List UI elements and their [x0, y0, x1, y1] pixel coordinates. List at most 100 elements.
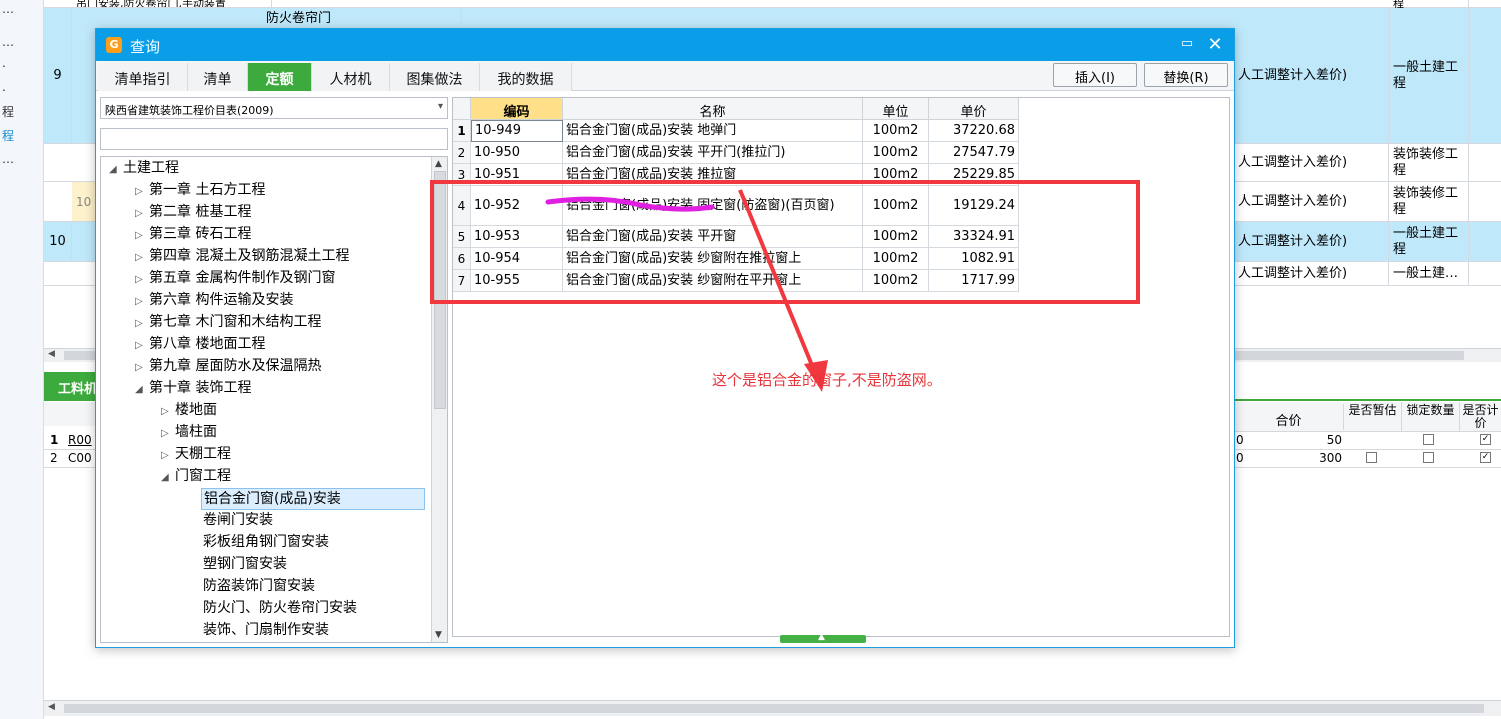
tree-node[interactable]: 彩板组角钢门窗安装	[203, 532, 329, 552]
row-type: 装饰装修工程	[1389, 144, 1469, 181]
scroll-down-arrow-icon[interactable]: ▼	[435, 630, 442, 640]
expand-triangle-icon[interactable]: ▷	[135, 204, 149, 224]
table-row[interactable]: 2 10-950 铝合金门窗(成品)安装 平开门(推拉门) 100m2 2754…	[453, 142, 1019, 164]
tree-node[interactable]: ▷ 第一章 土石方工程	[135, 180, 265, 202]
tab-my-data[interactable]: 我的数据	[480, 63, 572, 91]
tree-node[interactable]: 防火门、防火卷帘门安装	[203, 598, 357, 618]
tree-node[interactable]: ▷ 第四章 混凝土及钢筋混凝土工程	[135, 246, 349, 268]
row-price-note: 人工调整计入差价)	[1234, 144, 1389, 181]
tree-node[interactable]: 装饰、门扇制作安装	[203, 620, 329, 640]
scroll-left-arrow-icon[interactable]: ◀	[48, 702, 55, 712]
header-lock-qty[interactable]: 锁定数量	[1402, 402, 1460, 432]
row-type: 装饰装修工程	[1389, 182, 1469, 221]
header-name[interactable]: 名称	[563, 98, 863, 120]
collapse-triangle-icon[interactable]: ◢	[135, 380, 149, 400]
expand-triangle-icon[interactable]: ▷	[135, 270, 149, 290]
collapse-triangle-icon[interactable]: ◢	[109, 160, 123, 180]
left-strip-text[interactable]: …	[2, 152, 14, 166]
table-row[interactable]: 1 10-949 铝合金门窗(成品)安装 地弹门 100m2 37220.68	[453, 120, 1019, 142]
scroll-up-arrow-icon[interactable]: ▲	[435, 159, 442, 169]
tree-node[interactable]: ▷ 第三章 砖石工程	[135, 224, 251, 246]
bottom-tab-materials[interactable]: 工料机	[44, 372, 100, 400]
tab-labor-material-machine[interactable]: 人材机	[312, 63, 390, 91]
tree-node[interactable]: ◢ 土建工程	[109, 158, 179, 180]
row-code[interactable]: 10-949	[471, 120, 563, 142]
annotation-text: 这个是铝合金的窗子,不是防盗网。	[712, 371, 942, 389]
left-strip-text[interactable]: .	[2, 80, 6, 94]
priced-checkbox[interactable]: ✓	[1480, 452, 1491, 463]
tree-node[interactable]: ▷ 天棚工程	[161, 444, 231, 466]
left-strip-text[interactable]: 程	[2, 103, 14, 120]
panel-splitter-handle[interactable]: ▲	[780, 632, 866, 643]
tree-node[interactable]: 塑钢门窗安装	[203, 554, 287, 574]
tree-node-selected[interactable]: 铝合金门窗(成品)安装	[201, 488, 425, 510]
dialog-title-bar[interactable]: G 查询 ▭ ✕	[96, 29, 1234, 61]
tree-node[interactable]: ▷ 第二章 桩基工程	[135, 202, 251, 224]
expand-triangle-icon[interactable]: ▷	[135, 292, 149, 312]
row-code[interactable]: 10-950	[471, 142, 563, 164]
tree-node[interactable]: ▷ 墙柱面	[161, 422, 217, 444]
row-total: 300	[1319, 451, 1342, 465]
tab-atlas-method[interactable]: 图集做法	[390, 63, 480, 91]
replace-button[interactable]: 替换(R)	[1144, 63, 1228, 87]
tree-node[interactable]: ◢ 第十章 装饰工程	[135, 378, 251, 400]
left-strip-text[interactable]: …	[2, 2, 14, 16]
header-unit[interactable]: 单位	[863, 98, 929, 120]
row-unit: 100m2	[863, 142, 929, 164]
tree-node[interactable]: 卷闸门安装	[203, 510, 273, 530]
expand-triangle-icon[interactable]: ▷	[135, 182, 149, 202]
tree-node[interactable]: ▷ 楼地面	[161, 400, 217, 422]
row-code[interactable]: C00	[68, 451, 92, 465]
tree-node[interactable]: ◢ 门窗工程	[161, 466, 231, 488]
row-unit: 100m2	[863, 120, 929, 142]
tab-quota[interactable]: 定额	[248, 63, 312, 91]
scroll-left-arrow-icon[interactable]: ◀	[48, 349, 55, 359]
tree-node[interactable]: ▷ 第九章 屋面防水及保温隔热	[135, 356, 321, 378]
insert-button[interactable]: 插入(I)	[1053, 63, 1137, 87]
expand-triangle-icon[interactable]: ▷	[161, 424, 175, 444]
expand-triangle-icon[interactable]: ▷	[135, 358, 149, 378]
tree-node[interactable]: ▷ 第五章 金属构件制作及钢门窗	[135, 268, 335, 290]
row-type: 一般土建工程	[1389, 8, 1469, 143]
estimated-checkbox[interactable]	[1366, 452, 1377, 463]
row-index: 2	[50, 451, 58, 465]
tree-node[interactable]: 防盗装饰门窗安装	[203, 576, 315, 596]
filter-input[interactable]	[100, 128, 448, 150]
expand-triangle-icon[interactable]: ▷	[161, 402, 175, 422]
left-strip-text[interactable]: .	[2, 56, 6, 70]
expand-triangle-icon[interactable]: ▷	[135, 314, 149, 334]
left-strip-text[interactable]: 程	[2, 127, 14, 144]
header-total[interactable]: 合价	[1234, 404, 1344, 430]
header-priced[interactable]: 是否计价	[1460, 402, 1501, 432]
app-logo-icon: G	[106, 37, 122, 53]
expand-triangle-icon[interactable]: ▷	[135, 336, 149, 356]
header-code[interactable]: 编码	[471, 98, 563, 120]
row-name: 铝合金门窗(成品)安装 平开门(推拉门)	[563, 142, 863, 164]
tree-node[interactable]: ▷ 第六章 构件运输及安装	[135, 290, 293, 312]
lock-checkbox[interactable]	[1423, 452, 1434, 463]
header-price[interactable]: 单价	[929, 98, 1019, 120]
expand-triangle-icon[interactable]: ▷	[135, 248, 149, 268]
header-estimated[interactable]: 是否暂估	[1344, 402, 1402, 432]
expand-triangle-icon[interactable]: ▷	[135, 226, 149, 246]
row-code[interactable]: R00	[68, 433, 92, 447]
row-number: 9	[44, 8, 72, 143]
left-strip-text[interactable]: …	[2, 35, 14, 49]
row-qty: 0	[1236, 433, 1244, 447]
table-row[interactable]: 吊门安装,防火卷帘门,手动装置 程	[44, 0, 1501, 10]
tab-bill[interactable]: 清单	[188, 63, 248, 91]
chevron-down-icon[interactable]: ▾	[438, 101, 443, 112]
row-price: 27547.79	[929, 142, 1019, 164]
lock-checkbox[interactable]	[1423, 434, 1434, 445]
collapse-triangle-icon[interactable]: ◢	[161, 468, 175, 488]
expand-triangle-icon[interactable]: ▷	[161, 446, 175, 466]
maximize-icon[interactable]: ▭	[1178, 36, 1196, 54]
priced-checkbox[interactable]: ✓	[1480, 434, 1491, 445]
bottom-horizontal-scrollbar[interactable]: ◀	[44, 700, 1501, 716]
close-icon[interactable]: ✕	[1204, 34, 1226, 56]
tab-bill-guide[interactable]: 清单指引	[98, 63, 188, 91]
tree-node[interactable]: ▷ 第八章 楼地面工程	[135, 334, 265, 356]
tree-node[interactable]: ▷ 第七章 木门窗和木结构工程	[135, 312, 321, 334]
scrollbar-thumb[interactable]	[64, 704, 1484, 713]
catalog-select[interactable]: 陕西省建筑装饰工程价目表(2009) ▾	[100, 97, 448, 119]
